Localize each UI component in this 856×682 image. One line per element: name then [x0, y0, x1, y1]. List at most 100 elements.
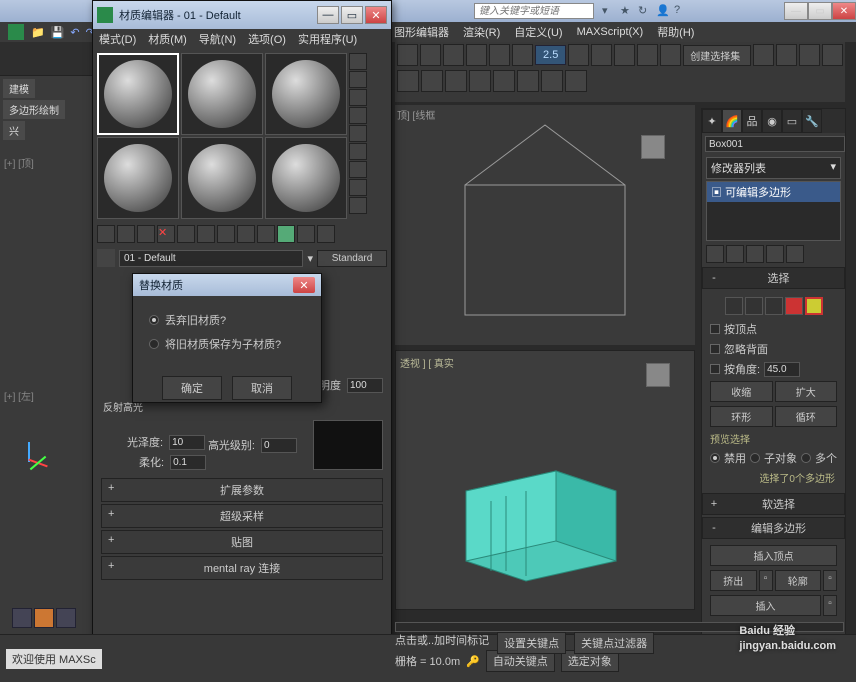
- iso-icon[interactable]: [12, 608, 32, 628]
- menu-maxscript[interactable]: MAXScript(X): [577, 26, 644, 38]
- menu-graph-editor[interactable]: 图形编辑器: [394, 24, 449, 40]
- cancel-button[interactable]: 取消: [232, 376, 292, 400]
- time-tag-label[interactable]: 点击或..加时间标记: [395, 632, 489, 654]
- grow-button[interactable]: 扩大: [775, 381, 838, 402]
- insert-settings-button[interactable]: ▫: [823, 595, 837, 616]
- sample-type-icon[interactable]: [349, 53, 367, 70]
- eyedropper-icon[interactable]: [97, 249, 115, 267]
- rollout-extended-params[interactable]: +扩展参数: [101, 478, 383, 502]
- tb2-6[interactable]: [517, 70, 539, 92]
- shrink-button[interactable]: 收缩: [710, 381, 773, 402]
- set-key-button[interactable]: 设置关键点: [497, 632, 566, 654]
- bind-icon[interactable]: [443, 44, 464, 66]
- tb2-5[interactable]: [493, 70, 515, 92]
- tb2-3[interactable]: [445, 70, 467, 92]
- tb2-8[interactable]: [565, 70, 587, 92]
- mat-close-button[interactable]: ✕: [365, 6, 387, 24]
- border-mode-icon[interactable]: [765, 297, 783, 315]
- remove-mod-icon[interactable]: [766, 245, 784, 263]
- mat-minimize-button[interactable]: —: [317, 6, 339, 24]
- star-icon[interactable]: ★: [620, 4, 634, 18]
- tb2-2[interactable]: [421, 70, 443, 92]
- material-slot-4[interactable]: [97, 137, 179, 219]
- preview-off-radio[interactable]: [710, 453, 720, 463]
- select-by-mat-icon[interactable]: [349, 179, 367, 196]
- modifier-item-editable-poly[interactable]: ▣ 可编辑多边形: [707, 182, 840, 202]
- preview-multi-radio[interactable]: [801, 453, 811, 463]
- help-search-input[interactable]: [474, 3, 594, 19]
- tb2-7[interactable]: [541, 70, 563, 92]
- show-end-result-icon[interactable]: [277, 225, 295, 243]
- tab-poly-draw[interactable]: 多边形绘制: [3, 100, 65, 119]
- put-lib-icon[interactable]: [217, 225, 235, 243]
- hierarchy-tab-icon[interactable]: 品: [742, 109, 762, 133]
- curve-editor-icon[interactable]: [822, 44, 843, 66]
- modifier-stack[interactable]: ▣ 可编辑多边形: [706, 181, 841, 241]
- outline-button[interactable]: 轮廓: [775, 570, 822, 591]
- minimize-button[interactable]: —: [784, 2, 808, 20]
- menu-render[interactable]: 渲染(R): [463, 24, 500, 40]
- ignore-backface-checkbox[interactable]: [710, 344, 720, 354]
- opacity-spinner[interactable]: [347, 378, 383, 393]
- keep-as-sub-radio[interactable]: [149, 339, 159, 349]
- rollout-edit-poly[interactable]: -编辑多边形: [702, 517, 845, 539]
- snap2-icon[interactable]: [614, 44, 635, 66]
- utilities-tab-icon[interactable]: 🔧: [802, 109, 822, 133]
- scale-icon[interactable]: [568, 44, 589, 66]
- discard-old-radio[interactable]: [149, 315, 159, 325]
- menu-customize[interactable]: 自定义(U): [514, 24, 562, 40]
- angle-spinner[interactable]: [764, 362, 800, 377]
- unlink-icon[interactable]: [420, 44, 441, 66]
- user-icon[interactable]: 👤: [656, 4, 670, 18]
- key-icon[interactable]: 🔑: [466, 655, 480, 668]
- object-name-input[interactable]: [705, 136, 845, 152]
- tab-extra[interactable]: 兴: [3, 121, 25, 140]
- move-icon[interactable]: [489, 44, 510, 66]
- name-dropdown-icon[interactable]: ▾: [307, 252, 313, 265]
- poly-mode-icon[interactable]: [785, 297, 803, 315]
- app-icon[interactable]: [8, 24, 24, 40]
- modifier-list-dropdown[interactable]: 修改器列表▾: [706, 157, 841, 179]
- selection-set-combo[interactable]: 创建选择集: [683, 45, 750, 66]
- rollout-maps[interactable]: +贴图: [101, 530, 383, 554]
- viewcube-icon[interactable]: [641, 135, 665, 159]
- script-icon[interactable]: [56, 608, 76, 628]
- material-slot-2[interactable]: [181, 53, 263, 135]
- link-icon[interactable]: [397, 44, 418, 66]
- mat-maximize-button[interactable]: ▭: [341, 6, 363, 24]
- put-to-scene-icon[interactable]: [117, 225, 135, 243]
- mat-id-icon[interactable]: [237, 225, 255, 243]
- show-result-icon[interactable]: [726, 245, 744, 263]
- go-sibling-icon[interactable]: [317, 225, 335, 243]
- close-button[interactable]: ✕: [832, 2, 856, 20]
- viewport-wireframe[interactable]: 顶] [线框: [395, 105, 695, 345]
- vp-label-left[interactable]: [+] [左]: [0, 384, 95, 407]
- motion-tab-icon[interactable]: ◉: [762, 109, 782, 133]
- insert-vertex-button[interactable]: 插入顶点: [710, 545, 837, 566]
- unique-mat-icon[interactable]: [197, 225, 215, 243]
- options-icon[interactable]: [349, 161, 367, 178]
- config-icon[interactable]: [786, 245, 804, 263]
- menu-help[interactable]: 帮助(H): [657, 24, 694, 40]
- rollout-soft-selection[interactable]: +软选择: [702, 493, 845, 515]
- reset-icon[interactable]: ✕: [157, 225, 175, 243]
- assign-icon[interactable]: [137, 225, 155, 243]
- preview-sub-radio[interactable]: [750, 453, 760, 463]
- rotate-icon[interactable]: [512, 44, 533, 66]
- save-icon[interactable]: 💾: [51, 26, 65, 39]
- mat-map-nav-icon[interactable]: [349, 197, 367, 214]
- material-slot-1[interactable]: [97, 53, 179, 135]
- snap4-icon[interactable]: [660, 44, 681, 66]
- mat-editor-titlebar[interactable]: 材质编辑器 - 01 - Default — ▭ ✕: [93, 1, 391, 29]
- show-map-icon[interactable]: [257, 225, 275, 243]
- element-mode-icon[interactable]: [805, 297, 823, 315]
- outline-settings-button[interactable]: ▫: [823, 570, 837, 591]
- get-material-icon[interactable]: [97, 225, 115, 243]
- by-angle-checkbox[interactable]: [710, 364, 720, 374]
- edge-mode-icon[interactable]: [745, 297, 763, 315]
- viewport-perspective[interactable]: 透视 ] [ 真实: [395, 350, 695, 610]
- mat-menu-mode[interactable]: 模式(D): [99, 31, 136, 47]
- file-icon[interactable]: 📁: [31, 26, 45, 39]
- material-slot-3[interactable]: [265, 53, 347, 135]
- material-slot-6[interactable]: [265, 137, 347, 219]
